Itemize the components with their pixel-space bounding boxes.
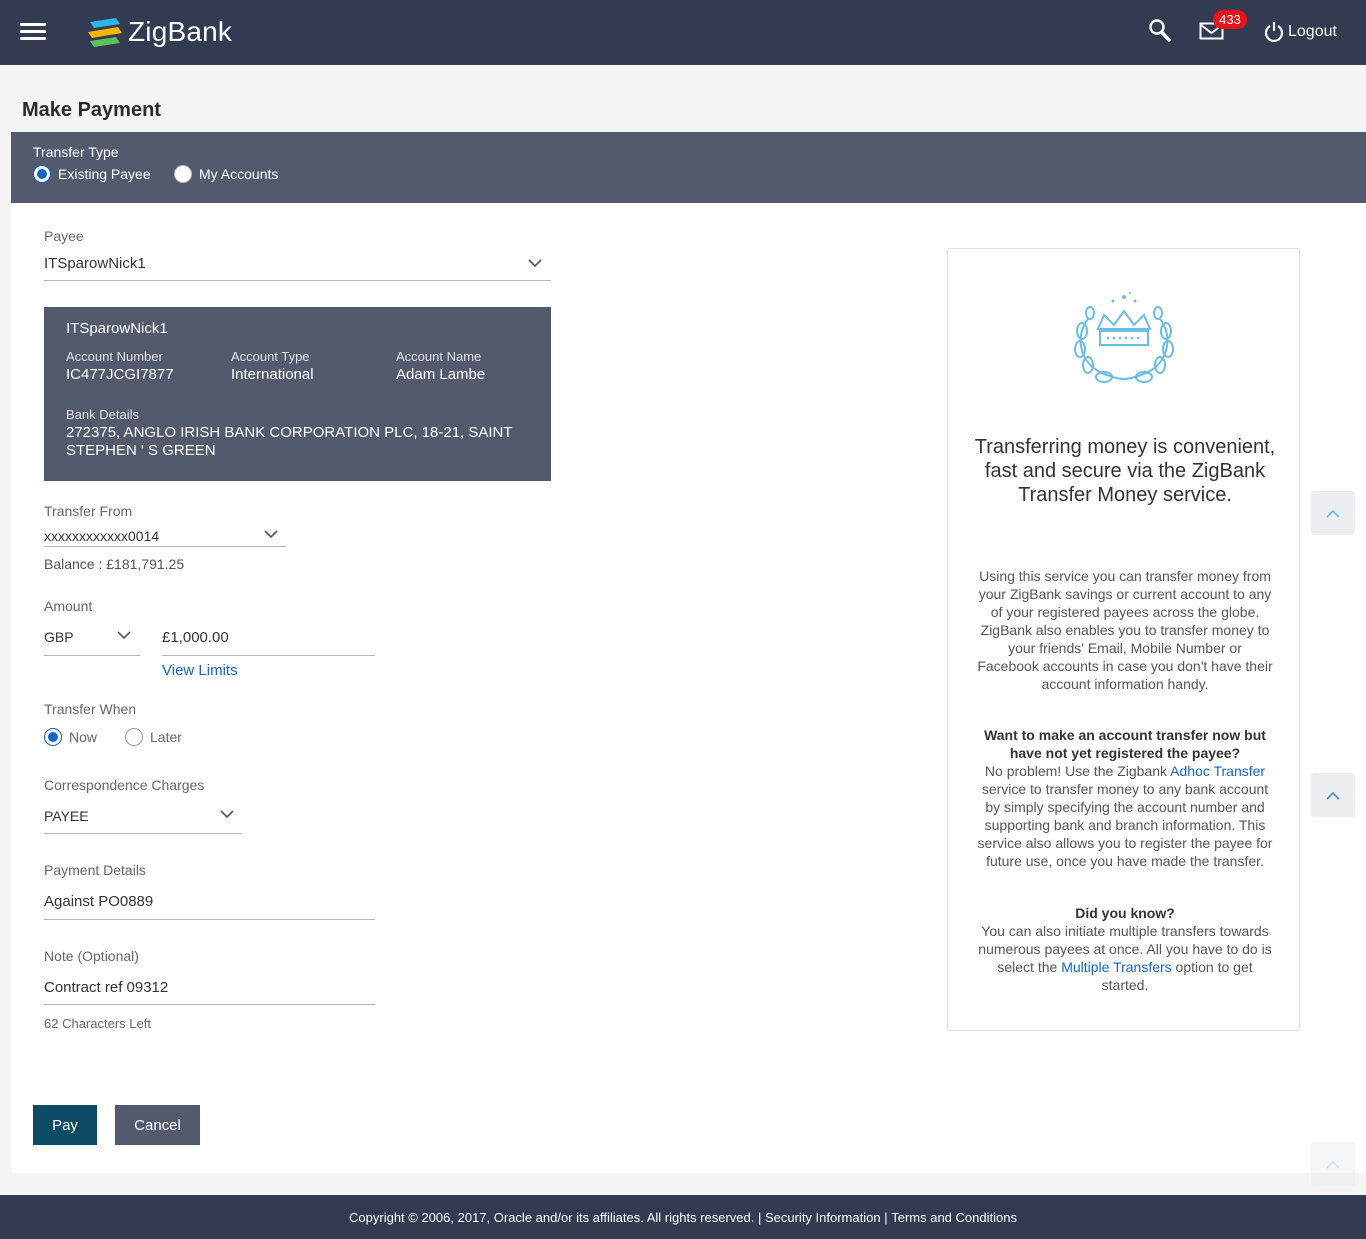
account-type-label: Account Type [231,349,310,364]
page-title: Make Payment [22,99,161,121]
payee-details-card: ITSparowNick1 Account Number IC477JCGI78… [44,307,551,481]
account-number-label: Account Number [66,349,163,364]
radio-label: My Accounts [199,166,279,182]
transfer-type-label: Transfer Type [33,144,119,160]
radio-existing-payee[interactable]: Existing Payee [33,165,151,183]
chevron-down-icon[interactable] [528,259,542,268]
bank-details-label: Bank Details [66,407,139,422]
payment-details-input[interactable]: Against PO0889 [44,893,153,910]
logout-label: Logout [1288,23,1337,40]
payment-details-label: Payment Details [44,862,146,878]
scroll-up-button[interactable] [1311,1142,1355,1186]
currency-select[interactable]: GBP [44,629,74,645]
radio-label: Now [69,729,98,745]
correspondence-charges-label: Correspondence Charges [44,777,205,793]
chevron-up-icon [1326,791,1340,800]
transfer-from-select[interactable]: xxxxxxxxxxxx0014 [44,528,159,544]
account-name-value: Adam Lambe [396,366,486,383]
adhoc-transfer-link[interactable]: Adhoc Transfer [1170,763,1265,779]
payee-label: Payee [44,228,84,244]
radio-indicator [44,728,62,746]
info-paragraph-2: Want to make an account transfer now but… [976,726,1274,870]
brand-name: ZigBank [128,16,233,47]
info-question-2: Did you know? [1075,905,1175,921]
logout-button[interactable]: Logout [1264,21,1337,43]
info-paragraph-3: Did you know? You can also initiate mult… [976,904,1274,994]
transfer-type-section: Transfer Type Existing Payee My Accounts [11,132,1366,203]
radio-now[interactable]: Now [44,728,97,746]
terms-conditions-link[interactable]: Terms and Conditions [891,1210,1017,1225]
note-input[interactable]: Contract ref 09312 [44,979,168,996]
transfer-from-underline [44,546,286,547]
info-heading: Transferring money is convenient, fast a… [974,436,1276,506]
info-paragraph-1: Using this service you can transfer mone… [977,568,1273,692]
radio-indicator [33,165,51,183]
top-bar: ZigBank 433 Logout [0,0,1366,65]
search-icon[interactable] [1148,18,1172,49]
radio-indicator [125,728,143,746]
pay-button[interactable]: Pay [33,1105,97,1145]
correspondence-charges-select[interactable]: PAYEE [44,808,89,824]
chars-left-text: 62 Characters Left [44,1016,151,1031]
chevron-down-icon[interactable] [220,810,234,819]
zigbank-logo-icon [88,18,122,47]
view-limits-link[interactable]: View Limits [162,662,238,679]
radio-label: Existing Payee [58,166,151,182]
footer: Copyright © 2006, 2017, Oracle and/or it… [0,1195,1366,1239]
scroll-up-button[interactable] [1311,491,1355,535]
multiple-transfers-link[interactable]: Multiple Transfers [1061,959,1171,975]
account-number-value: IC477JCGI7877 [66,366,174,383]
note-label: Note (Optional) [44,948,139,964]
amount-underline [162,655,375,656]
radio-indicator [174,165,192,183]
payee-underline [44,280,551,281]
laurel-crown-icon [1074,292,1174,383]
payee-select[interactable]: ITSparowNick1 [44,255,146,272]
balance-text: Balance : £181,791.25 [44,556,185,572]
cancel-button[interactable]: Cancel [115,1105,200,1145]
account-name-label: Account Name [396,349,482,364]
currency-underline [44,655,140,656]
account-type-value: International [231,366,314,383]
power-icon [1264,22,1284,43]
footer-separator: | [884,1209,888,1225]
radio-later[interactable]: Later [125,728,182,746]
notification-badge[interactable]: 433 [1213,10,1247,29]
chevron-up-icon [1326,1160,1340,1169]
radio-my-accounts[interactable]: My Accounts [174,165,278,183]
chevron-up-icon [1326,509,1340,518]
info-text: service to transfer money to any bank ac… [977,781,1273,869]
amount-input[interactable]: £1,000.00 [162,629,229,646]
chevron-down-icon[interactable] [264,530,278,539]
chevron-down-icon[interactable] [117,631,131,640]
menu-icon[interactable] [20,23,46,41]
info-panel: Transferring money is convenient, fast a… [947,248,1300,1031]
info-text: No problem! Use the Zigbank [984,763,1171,779]
amount-label: Amount [44,598,93,614]
security-information-link[interactable]: Security Information [765,1210,881,1225]
note-underline [44,1004,375,1005]
main-panel: Payee ITSparowNick1 ITSparowNick1 Accoun… [11,203,1366,1173]
correspondence-charges-underline [44,833,242,834]
brand-logo[interactable]: ZigBank [86,14,232,50]
scroll-up-button[interactable] [1311,773,1355,817]
transfer-from-label: Transfer From [44,503,133,519]
copyright-text: Copyright © 2006, 2017, Oracle and/or it… [349,1209,762,1225]
transfer-when-label: Transfer When [44,701,137,717]
payee-card-name: ITSparowNick1 [66,320,168,337]
radio-label: Later [150,729,182,745]
payment-details-underline [44,919,375,920]
bank-details-value: 272375, ANGLO IRISH BANK CORPORATION PLC… [66,424,513,459]
info-question-1: Want to make an account transfer now but… [984,727,1266,761]
